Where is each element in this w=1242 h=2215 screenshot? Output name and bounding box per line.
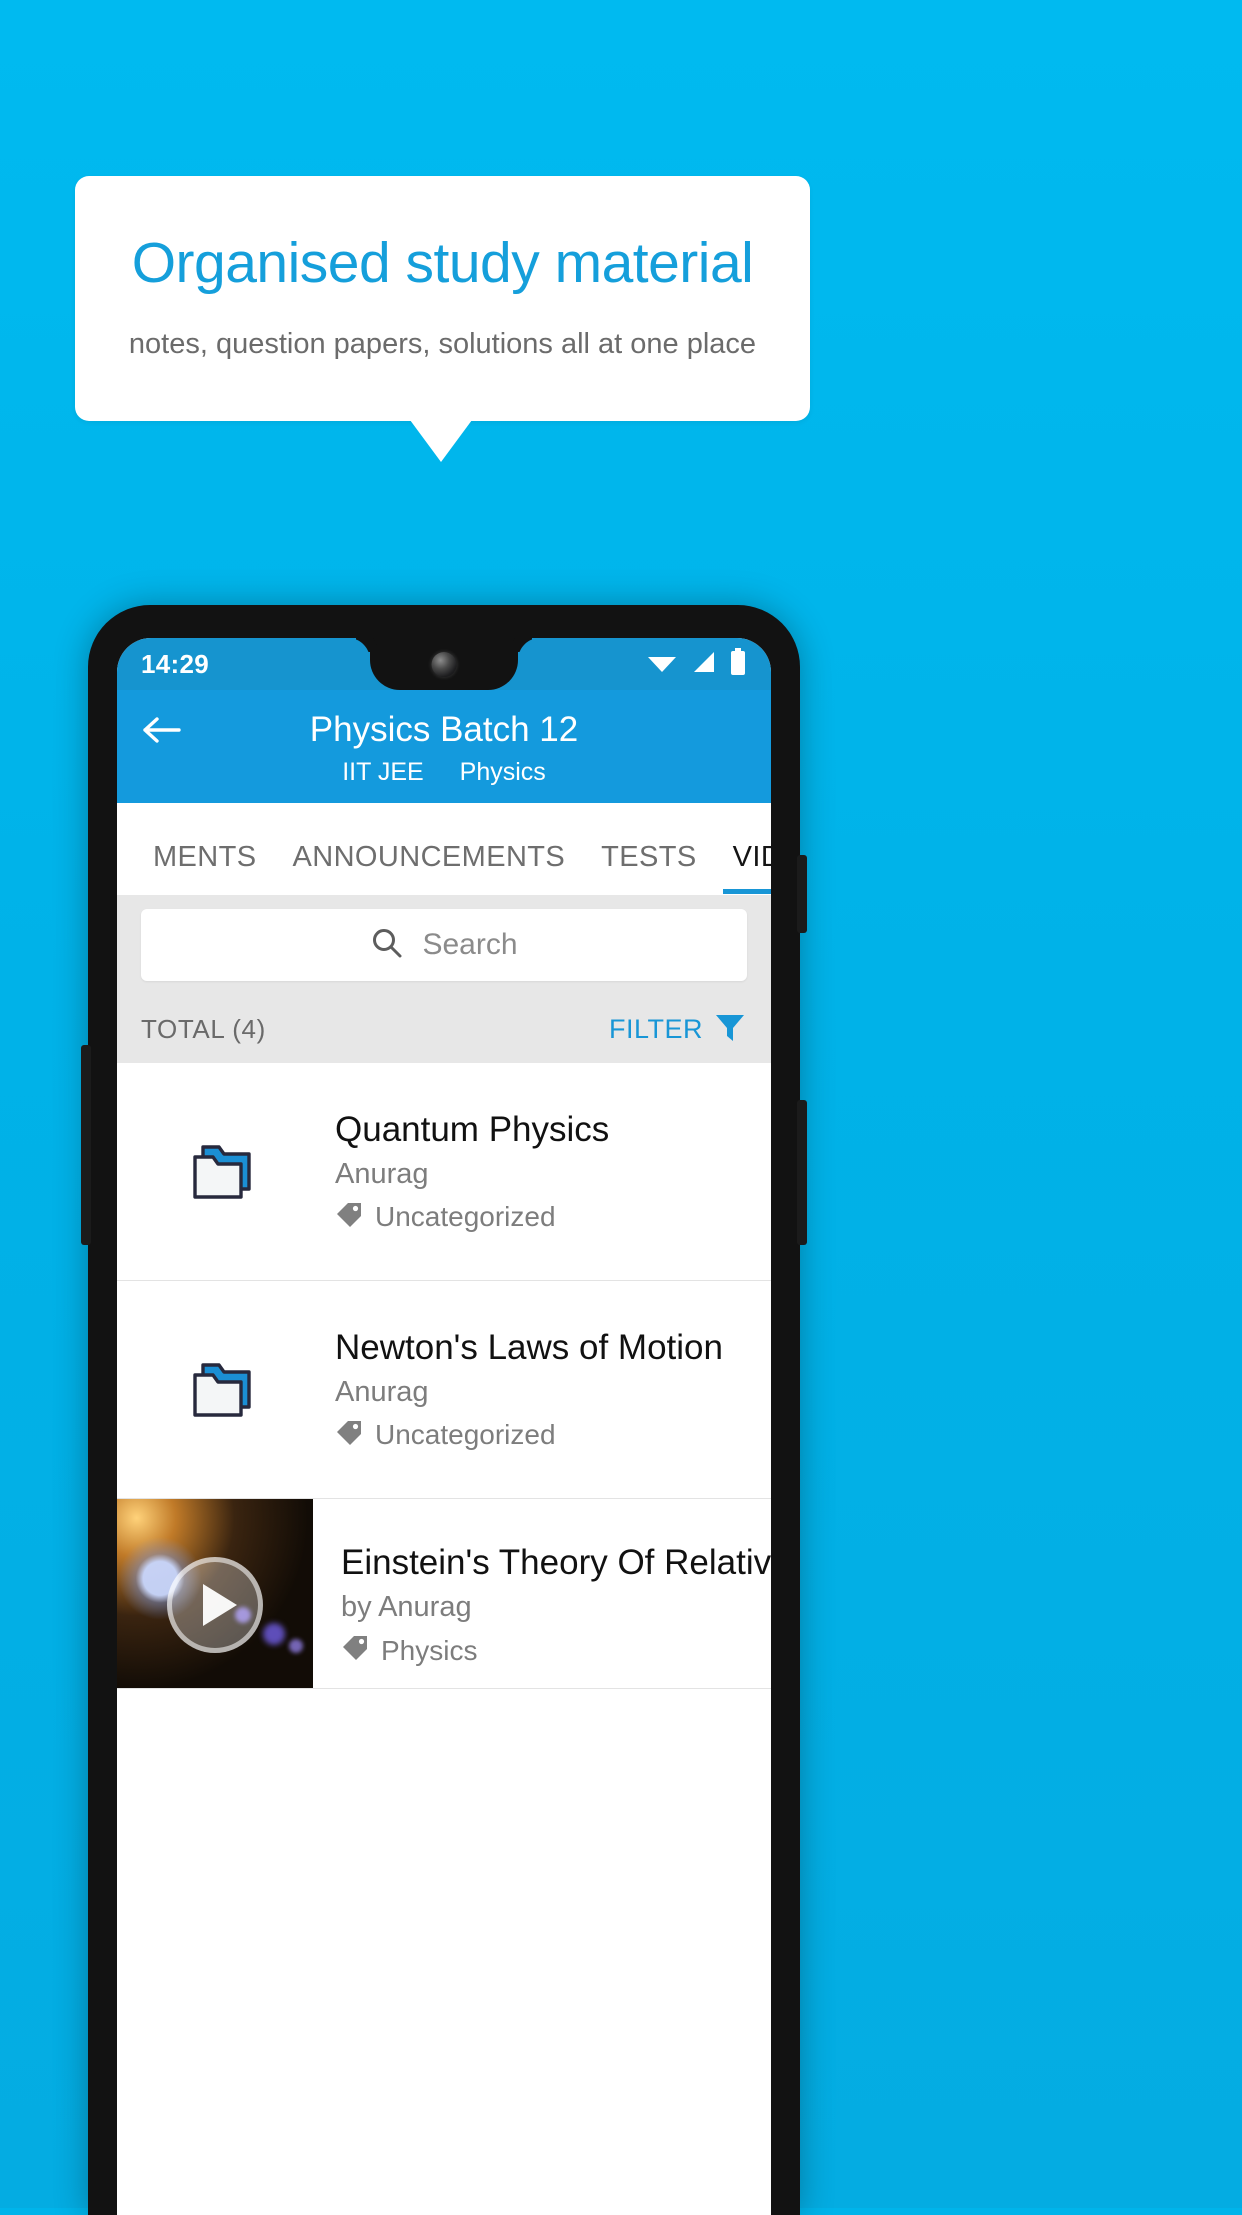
thumbnail-spark: [263, 1623, 285, 1645]
phone-volume-button: [797, 1100, 807, 1245]
search-input[interactable]: Search: [141, 909, 747, 981]
promo-subtitle: notes, question papers, solutions all at…: [128, 328, 757, 360]
total-count-label: TOTAL (4): [141, 1013, 266, 1044]
list-item-tag-text: Physics: [381, 1634, 478, 1666]
thumbnail-spark: [289, 1639, 303, 1653]
list-item[interactable]: Newton's Laws of Motion Anurag Uncategor…: [117, 1281, 771, 1499]
list-item-tag: Uncategorized: [335, 1419, 753, 1452]
wifi-icon: [647, 650, 677, 679]
list-item-body: Einstein's Theory Of Relativity by Anura…: [313, 1499, 771, 1688]
search-area: Search: [117, 895, 771, 995]
promo-card: Organised study material notes, question…: [75, 176, 810, 421]
app-bar-subtitle: IIT JEE Physics: [117, 758, 771, 787]
promo-card-tail: [410, 420, 472, 462]
list-item-tag: Uncategorized: [335, 1201, 753, 1234]
app-bar: Physics Batch 12 IIT JEE Physics: [117, 690, 771, 803]
list-item-title: Quantum Physics: [335, 1109, 610, 1149]
page-title: Physics Batch 12: [309, 710, 579, 749]
phone-mockup: 14:29 Physics Batch 12 IIT JEE Physics M…: [81, 605, 807, 2215]
list-item[interactable]: Einstein's Theory Of Relativity by Anura…: [117, 1499, 771, 1689]
search-placeholder: Search: [422, 928, 518, 961]
filter-button[interactable]: FILTER: [609, 1010, 747, 1049]
list-item-tag-text: Uncategorized: [375, 1419, 556, 1450]
folder-icon: [117, 1137, 335, 1207]
filter-funnel-icon: [713, 1010, 747, 1049]
list-item-tag-text: Uncategorized: [375, 1201, 556, 1232]
subtitle-exam: IIT JEE: [342, 758, 424, 786]
list-toolbar: TOTAL (4) FILTER: [117, 995, 771, 1063]
list-item-body: Newton's Laws of Motion Anurag Uncategor…: [335, 1328, 771, 1452]
phone-power-button: [797, 855, 807, 933]
tab-bar: MENTS ANNOUNCEMENTS TESTS VIDEOS: [117, 803, 771, 895]
list-item-author: Anurag: [335, 1157, 429, 1190]
tab-ments[interactable]: MENTS: [135, 841, 275, 894]
play-icon[interactable]: [167, 1556, 263, 1653]
signal-icon: [690, 650, 716, 679]
tab-announcements[interactable]: ANNOUNCEMENTS: [275, 841, 584, 894]
folder-icon: [117, 1355, 335, 1425]
list-item-title: Newton's Laws of Motion: [335, 1327, 723, 1367]
tag-icon: [335, 1419, 363, 1452]
tab-videos[interactable]: VIDEOS: [715, 841, 771, 894]
battery-icon: [729, 647, 747, 681]
phone-screen: 14:29 Physics Batch 12 IIT JEE Physics M…: [117, 638, 771, 2215]
search-icon: [370, 926, 404, 965]
promo-title: Organised study material: [131, 231, 754, 295]
subtitle-subject: Physics: [459, 758, 546, 786]
phone-side-button-left: [81, 1045, 91, 1245]
list-item-author: Anurag: [335, 1375, 429, 1408]
list-item-author: by Anurag: [341, 1591, 472, 1623]
status-time: 14:29: [141, 648, 209, 679]
tag-icon: [341, 1634, 369, 1667]
status-icon-group: [647, 647, 747, 681]
back-arrow-icon[interactable]: [139, 710, 183, 750]
list-item-title: Einstein's Theory Of Relativity: [341, 1543, 771, 1582]
phone-notch: [370, 638, 518, 690]
content-list: Quantum Physics Anurag Uncategorized New…: [117, 1063, 771, 1689]
list-item[interactable]: Quantum Physics Anurag Uncategorized: [117, 1063, 771, 1281]
list-item-body: Quantum Physics Anurag Uncategorized: [335, 1110, 771, 1234]
video-thumbnail[interactable]: [117, 1499, 313, 1688]
tab-tests[interactable]: TESTS: [583, 841, 714, 894]
tag-icon: [335, 1201, 363, 1234]
filter-label: FILTER: [608, 1013, 703, 1044]
front-camera-icon: [431, 652, 457, 677]
list-item-tag: Physics: [341, 1634, 771, 1667]
